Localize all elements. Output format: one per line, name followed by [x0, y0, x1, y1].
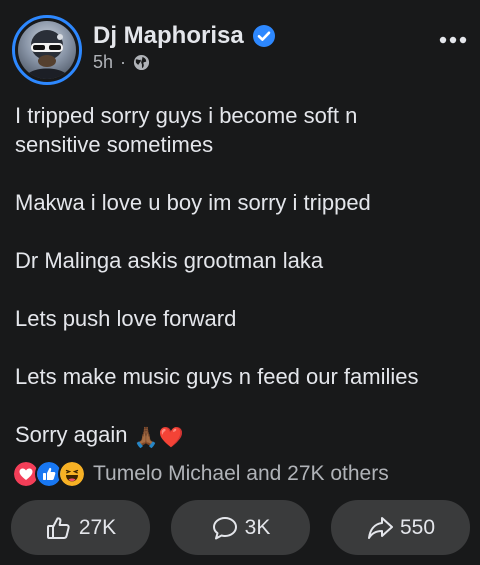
post-header: Dj Maphorisa 5h ·	[0, 0, 480, 90]
author-avatar[interactable]	[12, 15, 82, 85]
post-line: I tripped sorry guys i become soft n	[15, 103, 358, 128]
reaction-icons	[12, 460, 86, 488]
post-time[interactable]: 5h	[93, 52, 113, 73]
post-body: I tripped sorry guys i become soft n sen…	[15, 101, 470, 453]
author-name[interactable]: Dj Maphorisa	[93, 22, 244, 50]
reactions-text: Tumelo Michael and 27K others	[93, 462, 389, 485]
post-line: Makwa i love u boy im sorry i tripped	[15, 190, 371, 215]
comment-icon	[212, 516, 237, 539]
action-bar: 27K 3K 550	[0, 500, 480, 555]
praying-hands-emoji: 🙏🏾	[133, 427, 159, 449]
avatar-image	[18, 21, 76, 79]
reactions-summary[interactable]: Tumelo Michael and 27K others	[12, 460, 389, 488]
verified-badge-icon	[252, 25, 275, 47]
comment-button[interactable]: 3K	[171, 500, 310, 555]
more-options-icon[interactable]	[438, 30, 468, 50]
post-line: Dr Malinga askis grootman laka	[15, 248, 324, 273]
share-count: 550	[399, 515, 436, 539]
like-button[interactable]: 27K	[11, 500, 150, 555]
post-meta: 5h ·	[93, 52, 150, 73]
haha-reaction-icon	[58, 460, 86, 488]
like-count: 27K	[78, 515, 117, 539]
share-button[interactable]: 550	[331, 500, 470, 555]
meta-separator: ·	[120, 52, 127, 72]
post-line-last: Sorry again 🙏🏾❤️	[15, 420, 470, 453]
globe-icon	[133, 54, 150, 71]
comment-count: 3K	[244, 515, 271, 539]
post-line-text: Sorry again	[15, 422, 128, 447]
share-arrow-icon	[367, 516, 393, 539]
post-line: sensitive sometimes	[15, 132, 214, 157]
post-line: Lets push love forward	[15, 306, 237, 331]
thumbs-up-icon	[46, 516, 70, 539]
red-heart-emoji: ❤️	[158, 427, 184, 449]
post-line: Lets make music guys n feed our families	[15, 364, 419, 389]
